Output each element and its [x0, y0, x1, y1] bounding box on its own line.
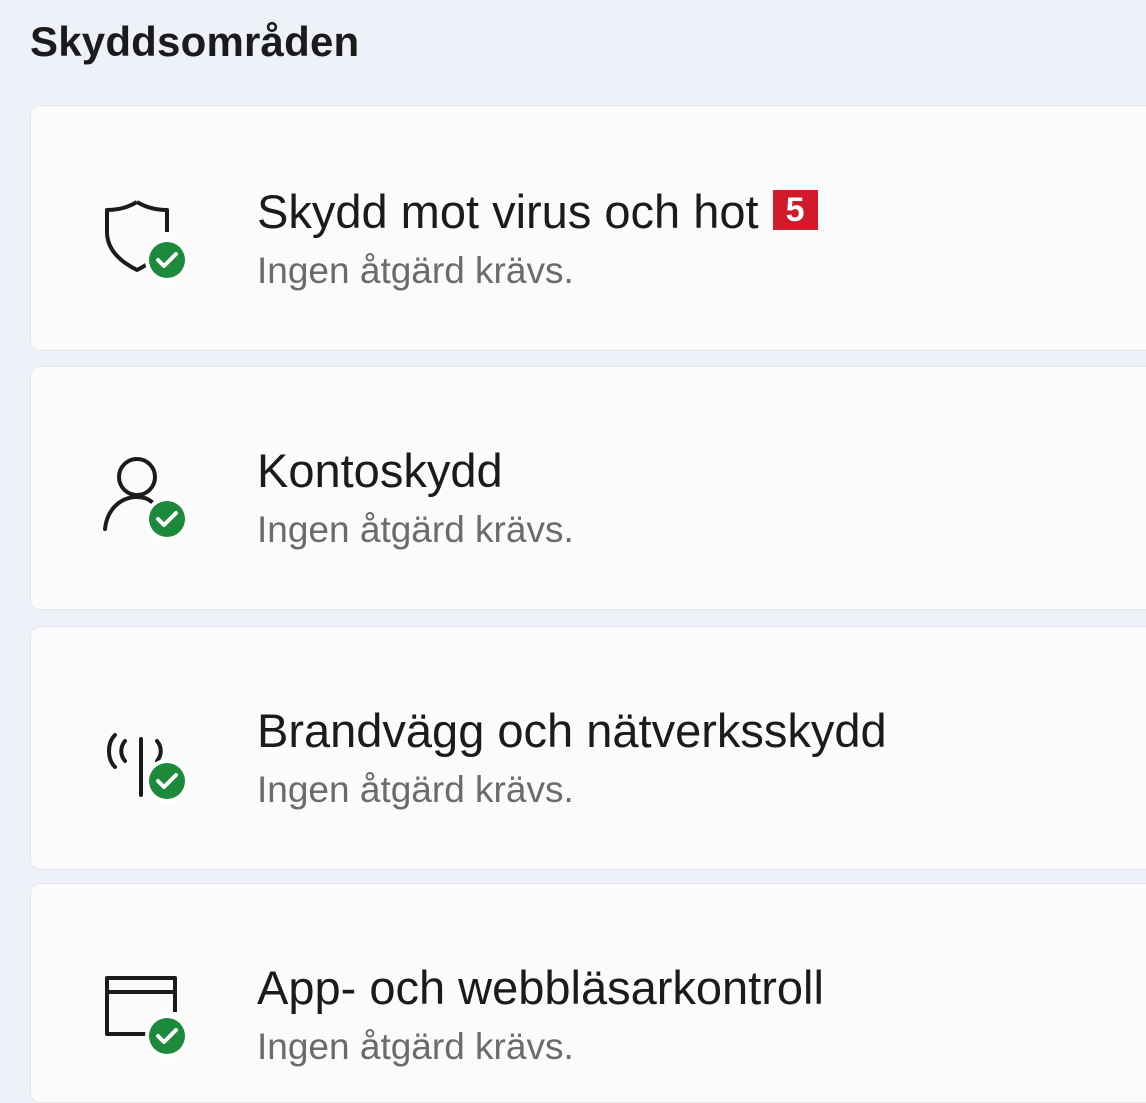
area-status: Ingen åtgärd krävs. [257, 250, 574, 291]
status-ok-icon [145, 759, 189, 803]
status-ok-icon [145, 1014, 189, 1058]
app-browser-icon [97, 966, 193, 1062]
area-status: Ingen åtgärd krävs. [257, 509, 574, 550]
account-icon [97, 449, 193, 545]
area-title: App- och webbläsarkontroll [257, 961, 824, 1014]
area-card-firewall-network[interactable]: Brandvägg och nätverksskydd Ingen åtgärd… [30, 626, 1146, 870]
area-card-virus-threat-protection[interactable]: Skydd mot virus och hot 5 Ingen åtgärd kr… [30, 105, 1146, 351]
status-ok-icon [145, 238, 189, 282]
shield-icon [97, 188, 193, 284]
area-card-app-browser-control[interactable]: App- och webbläsarkontroll Ingen åtgärd … [30, 883, 1146, 1103]
callout-marker: 5 [772, 190, 818, 230]
area-card-account-protection[interactable]: Kontoskydd Ingen åtgärd krävs. [30, 366, 1146, 610]
area-title: Skydd mot virus och hot 5 [257, 188, 818, 235]
firewall-network-icon [97, 709, 193, 805]
area-title: Kontoskydd [257, 444, 503, 497]
section-title: Skyddsområden [30, 18, 360, 65]
area-status: Ingen åtgärd krävs. [257, 769, 574, 810]
area-title: Brandvägg och nätverksskydd [257, 704, 887, 757]
area-status: Ingen åtgärd krävs. [257, 1026, 574, 1067]
status-ok-icon [145, 497, 189, 541]
